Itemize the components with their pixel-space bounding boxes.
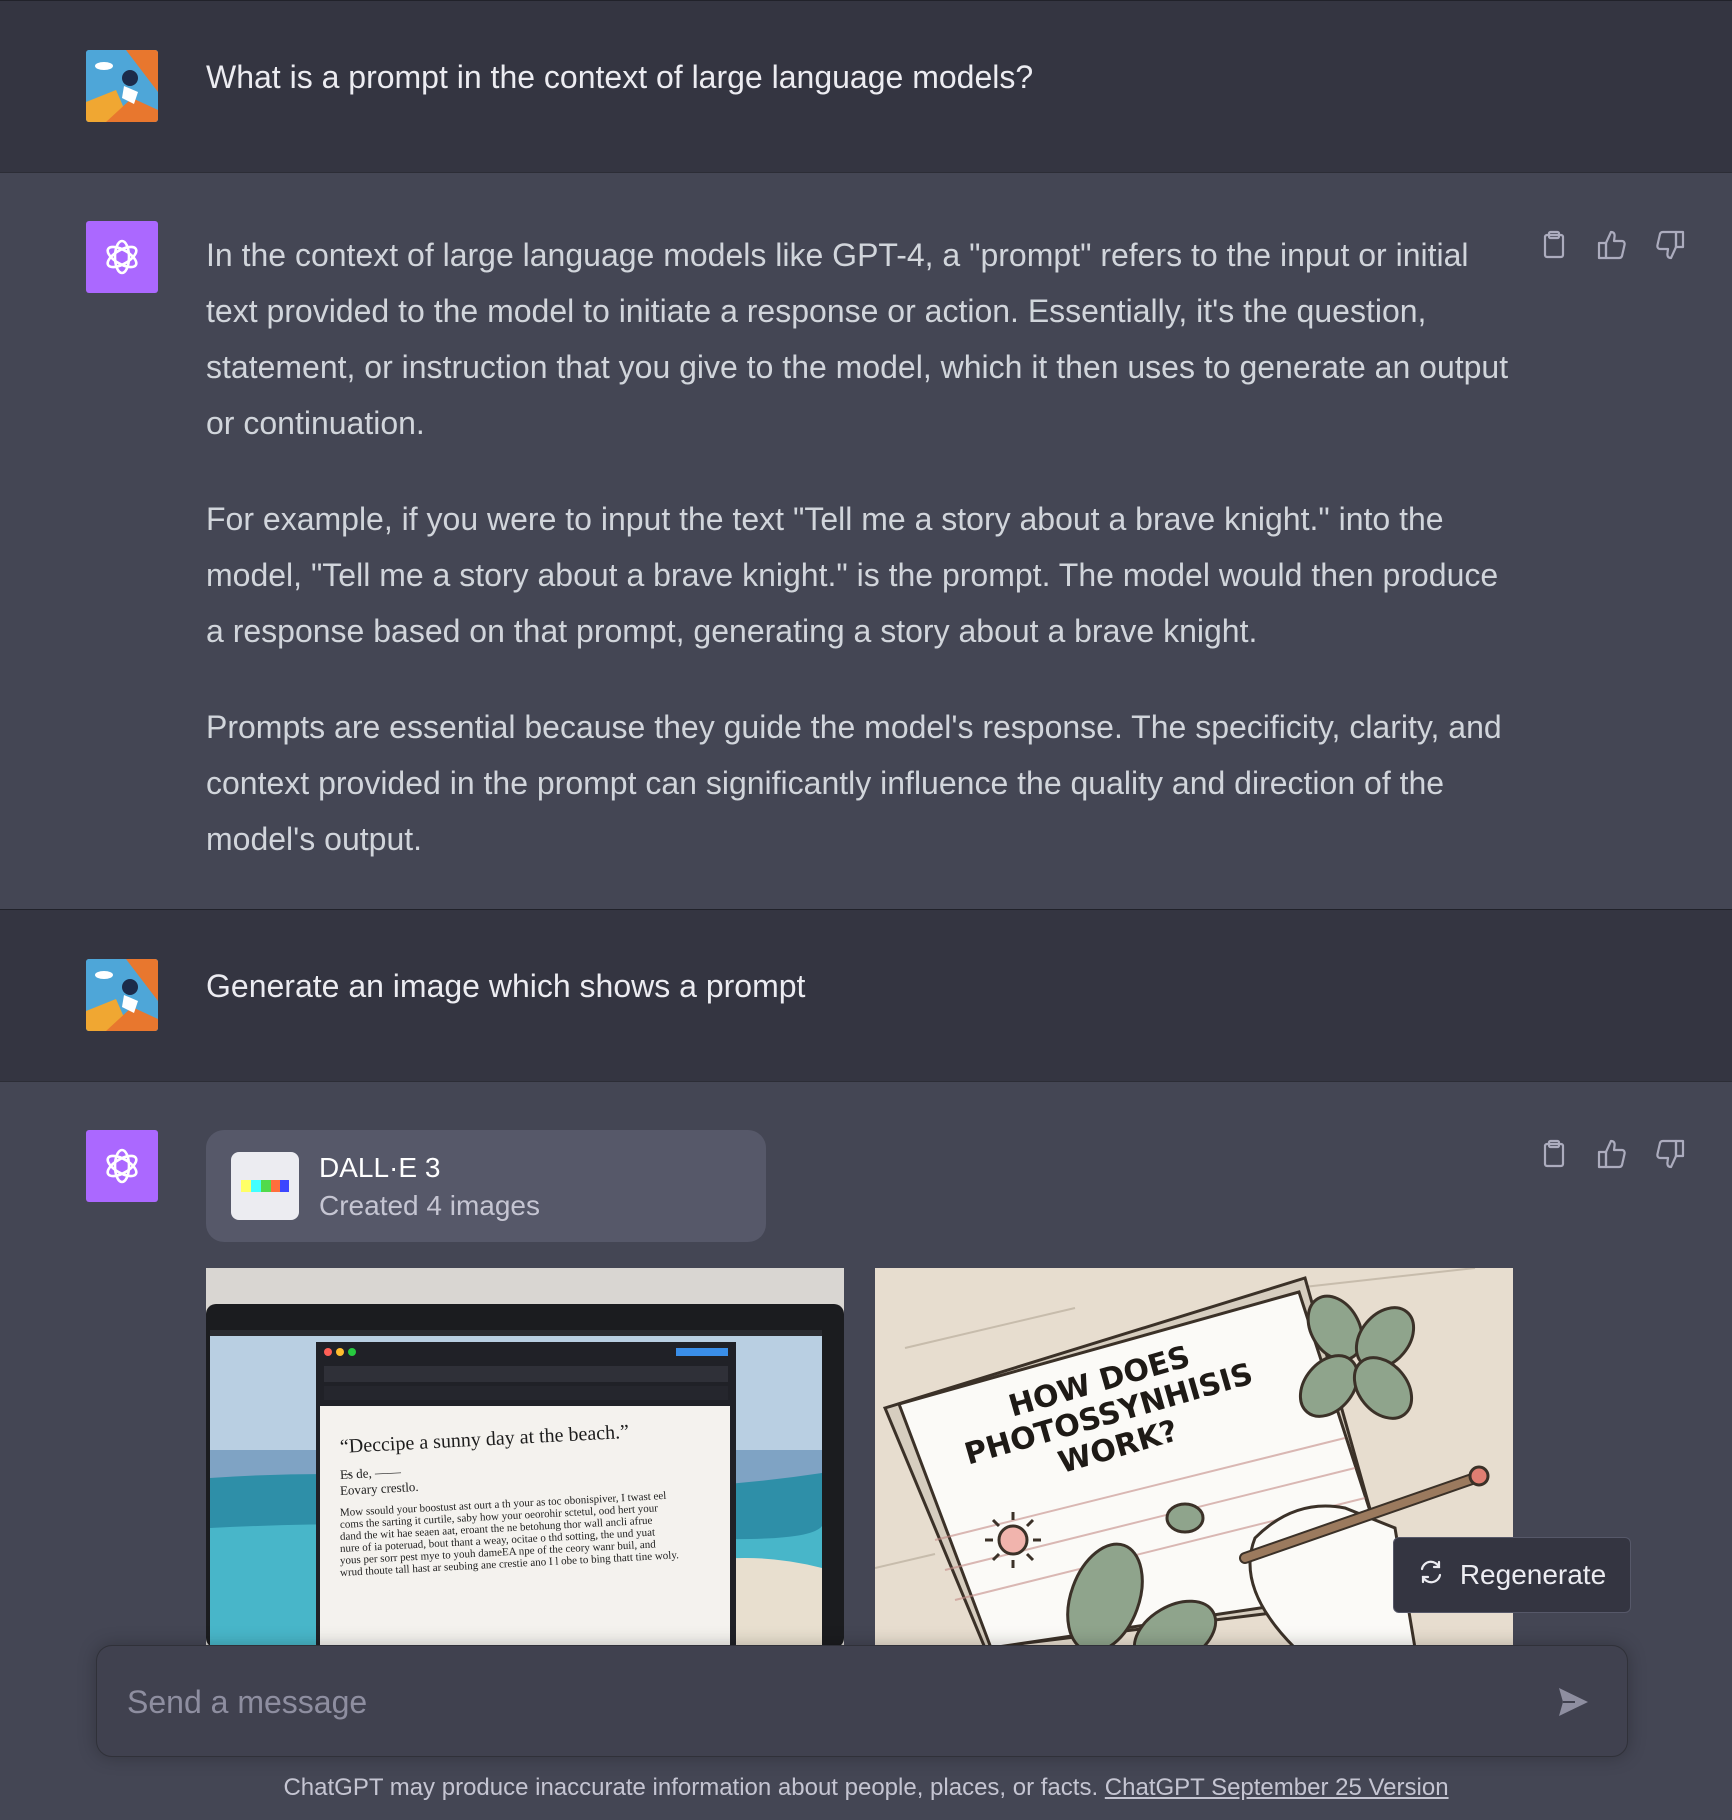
assistant-paragraph-1: In the context of large language models …: [206, 237, 1509, 441]
assistant-paragraph-2: For example, if you were to input the te…: [206, 501, 1499, 649]
dalle-logo-icon: [231, 1152, 299, 1220]
prompt-document: “Deccipe a sunny day at the beach.” E̶s …: [339, 1421, 720, 1579]
user-avatar-icon: [86, 959, 158, 1031]
openai-logo-icon: [86, 221, 158, 293]
message-composer: [96, 1645, 1628, 1757]
chat-page: What is a prompt in the context of large…: [0, 0, 1732, 1820]
assistant-turn-1: In the context of large language models …: [0, 172, 1732, 909]
user-turn-1: What is a prompt in the context of large…: [0, 0, 1732, 172]
regenerate-icon: [1418, 1559, 1444, 1592]
version-link[interactable]: ChatGPT September 25 Version: [1105, 1774, 1449, 1801]
send-icon[interactable]: [1555, 1684, 1591, 1720]
thumbs-down-icon[interactable]: [1654, 229, 1686, 261]
footer-disclaimer: ChatGPT may produce inaccurate informati…: [283, 1774, 1099, 1801]
generated-image-1[interactable]: “Deccipe a sunny day at the beach.” E̶s …: [206, 1268, 844, 1648]
footer: ChatGPT may produce inaccurate informati…: [0, 1774, 1732, 1802]
dalle-tool-status: Created 4 images: [319, 1190, 541, 1221]
message-input[interactable]: [127, 1674, 1507, 1730]
assistant-paragraph-3: Prompts are essential because they guide…: [206, 709, 1502, 857]
regenerate-label: Regenerate: [1459, 1559, 1607, 1590]
assistant-message-text: In the context of large language models …: [206, 227, 1516, 867]
thumbs-up-icon[interactable]: [1596, 1138, 1628, 1170]
thumbs-down-icon[interactable]: [1654, 1138, 1686, 1170]
user-turn-2: Generate an image which shows a prompt: [0, 909, 1732, 1081]
user-avatar-icon: [86, 50, 158, 122]
message-actions: [1538, 1138, 1686, 1170]
openai-logo-icon: [86, 1130, 158, 1202]
regenerate-button[interactable]: Regenerate: [1393, 1537, 1631, 1613]
clipboard-icon[interactable]: [1538, 229, 1570, 261]
message-actions: [1538, 229, 1686, 261]
dalle-tool-card[interactable]: DALL·E 3 Created 4 images: [206, 1130, 766, 1242]
user-message-text: Generate an image which shows a prompt: [206, 968, 806, 1004]
user-message-text: What is a prompt in the context of large…: [206, 59, 1034, 95]
dalle-tool-name: DALL·E 3: [319, 1152, 441, 1183]
thumbs-up-icon[interactable]: [1596, 229, 1628, 261]
clipboard-icon[interactable]: [1538, 1138, 1570, 1170]
